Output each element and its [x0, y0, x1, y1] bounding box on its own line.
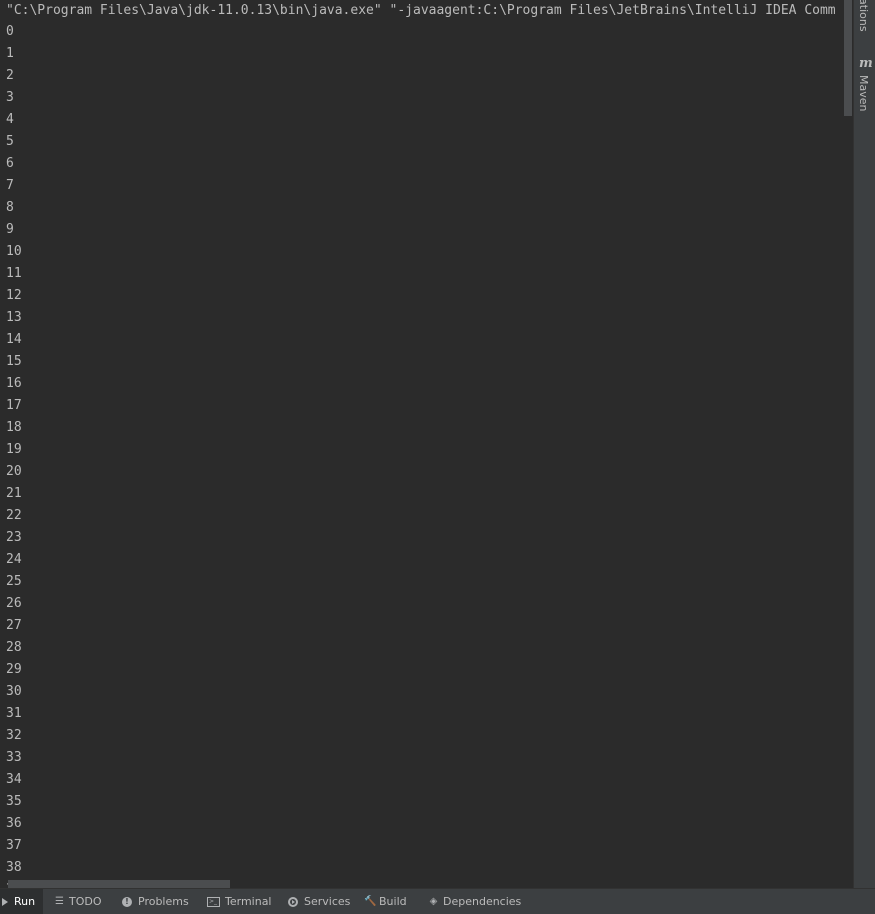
tab-terminal[interactable]: >_ Terminal: [207, 889, 272, 914]
console-output-line: 28: [6, 640, 22, 655]
console-output-line: 17: [6, 398, 22, 413]
console-output-line: 22: [6, 508, 22, 523]
tab-problems-label: Problems: [138, 895, 189, 908]
run-icon: [2, 897, 8, 906]
console-output-line: 23: [6, 530, 22, 545]
tab-dependencies-label: Dependencies: [443, 895, 522, 908]
console-output-line: 18: [6, 420, 22, 435]
tab-run[interactable]: Run: [0, 889, 44, 914]
console-content: "C:\Program Files\Java\jdk-11.0.13\bin\j…: [6, 0, 843, 888]
console-output-line: 33: [6, 750, 22, 765]
console-output-line: 13: [6, 310, 22, 325]
console-output-line: 32: [6, 728, 22, 743]
console-output-line: 35: [6, 794, 22, 809]
vertical-scrollbar-thumb[interactable]: [844, 0, 852, 116]
dependencies-icon: ◈: [429, 896, 438, 907]
tab-dependencies[interactable]: ◈ Dependencies: [428, 889, 522, 914]
bottom-tool-bar: Run ☰ TODO ! Problems >_ Terminal Servic…: [0, 888, 875, 914]
tool-window-maven-button[interactable]: Maven: [857, 75, 870, 111]
todo-icon: ☰: [55, 896, 64, 907]
console-output-line: 27: [6, 618, 22, 633]
tab-todo[interactable]: ☰ TODO: [54, 889, 102, 914]
console-output-line: 24: [6, 552, 22, 567]
console-output-line: 11: [6, 266, 22, 281]
console-output-line: 16: [6, 376, 22, 391]
tab-run-label: Run: [14, 895, 36, 908]
command-line: "C:\Program Files\Java\jdk-11.0.13\bin\j…: [6, 3, 836, 18]
build-icon: 🔨: [364, 896, 377, 907]
run-console[interactable]: "C:\Program Files\Java\jdk-11.0.13\bin\j…: [0, 0, 853, 888]
console-output-line: 15: [6, 354, 22, 369]
console-output-line: 3: [6, 90, 14, 105]
right-tool-strip: cations m Maven: [853, 0, 875, 888]
console-output-line: 34: [6, 772, 22, 787]
services-icon: [288, 896, 298, 907]
tab-terminal-label: Terminal: [225, 895, 272, 908]
console-output-line: 20: [6, 464, 22, 479]
console-output-line: 12: [6, 288, 22, 303]
console-output-line: 8: [6, 200, 14, 215]
vertical-scrollbar[interactable]: [844, 0, 853, 888]
console-output-line: 5: [6, 134, 14, 149]
tab-build[interactable]: 🔨 Build: [364, 889, 407, 914]
console-output-line: 37: [6, 838, 22, 853]
tab-todo-label: TODO: [69, 895, 102, 908]
problems-icon: !: [122, 896, 132, 907]
console-output-line: 36: [6, 816, 22, 831]
tab-build-label: Build: [379, 895, 407, 908]
console-output-line: 38: [6, 860, 22, 875]
console-output-line: 31: [6, 706, 22, 721]
console-output-line: 7: [6, 178, 14, 193]
console-output-line: 25: [6, 574, 22, 589]
tab-problems[interactable]: ! Problems: [122, 889, 189, 914]
console-output-line: 26: [6, 596, 22, 611]
horizontal-scrollbar-thumb[interactable]: [8, 880, 230, 888]
console-output-line: 29: [6, 662, 22, 677]
console-output-line: 0: [6, 24, 14, 39]
console-output-line: 6: [6, 156, 14, 171]
console-output-line: 9: [6, 222, 14, 237]
tab-services-label: Services: [304, 895, 351, 908]
console-output-line: 2: [6, 68, 14, 83]
console-output-line: 4: [6, 112, 14, 127]
console-output: 0 1 2 3 4 5 6 7 8 9 10 11 12 13 14 15 16 17 18 19 20 21 22 23 24…: [6, 21, 826, 888]
maven-icon[interactable]: m: [859, 57, 873, 70]
console-output-line: 21: [6, 486, 22, 501]
tab-services[interactable]: Services: [288, 889, 350, 914]
console-output-line: 1: [6, 46, 14, 61]
console-output-line: 14: [6, 332, 22, 347]
console-output-line: 10: [6, 244, 22, 259]
console-output-line: 19: [6, 442, 22, 457]
console-output-line: 30: [6, 684, 22, 699]
terminal-icon: >_: [207, 896, 220, 907]
tool-window-notifications-button[interactable]: cations: [857, 0, 870, 32]
